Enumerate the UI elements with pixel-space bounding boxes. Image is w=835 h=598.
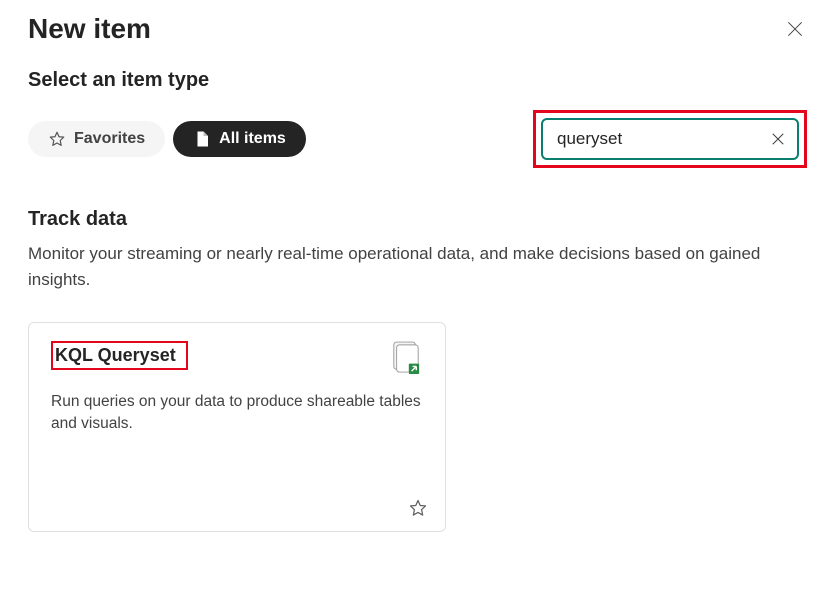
- allitems-label: All items: [219, 130, 286, 148]
- section-heading: Track data: [28, 208, 807, 231]
- favorite-toggle-button[interactable]: [407, 497, 429, 519]
- dialog-title: New item: [28, 13, 151, 45]
- search-field[interactable]: [541, 118, 799, 160]
- star-outline-icon: [408, 498, 428, 518]
- card-description: Run queries on your data to produce shar…: [51, 391, 423, 436]
- section-description: Monitor your streaming or nearly real-ti…: [28, 241, 788, 292]
- allitems-filter-button[interactable]: All items: [173, 121, 306, 157]
- queryset-icon: [391, 341, 423, 373]
- card-title-highlight-box: KQL Queryset: [51, 341, 188, 370]
- close-icon: [785, 19, 805, 39]
- dialog-subtitle: Select an item type: [28, 69, 807, 92]
- favorites-filter-button[interactable]: Favorites: [28, 121, 165, 157]
- x-icon: [769, 130, 787, 148]
- page-icon: [193, 130, 211, 148]
- search-highlight-box: [533, 110, 807, 168]
- search-input[interactable]: [557, 129, 759, 149]
- clear-search-button[interactable]: [767, 128, 789, 150]
- close-button[interactable]: [783, 17, 807, 41]
- star-icon: [48, 130, 66, 148]
- card-title: KQL Queryset: [55, 345, 176, 365]
- favorites-label: Favorites: [74, 130, 145, 148]
- item-card-kql-queryset[interactable]: KQL Queryset Run queries on your data to…: [28, 322, 446, 532]
- filter-pills: Favorites All items: [28, 121, 306, 157]
